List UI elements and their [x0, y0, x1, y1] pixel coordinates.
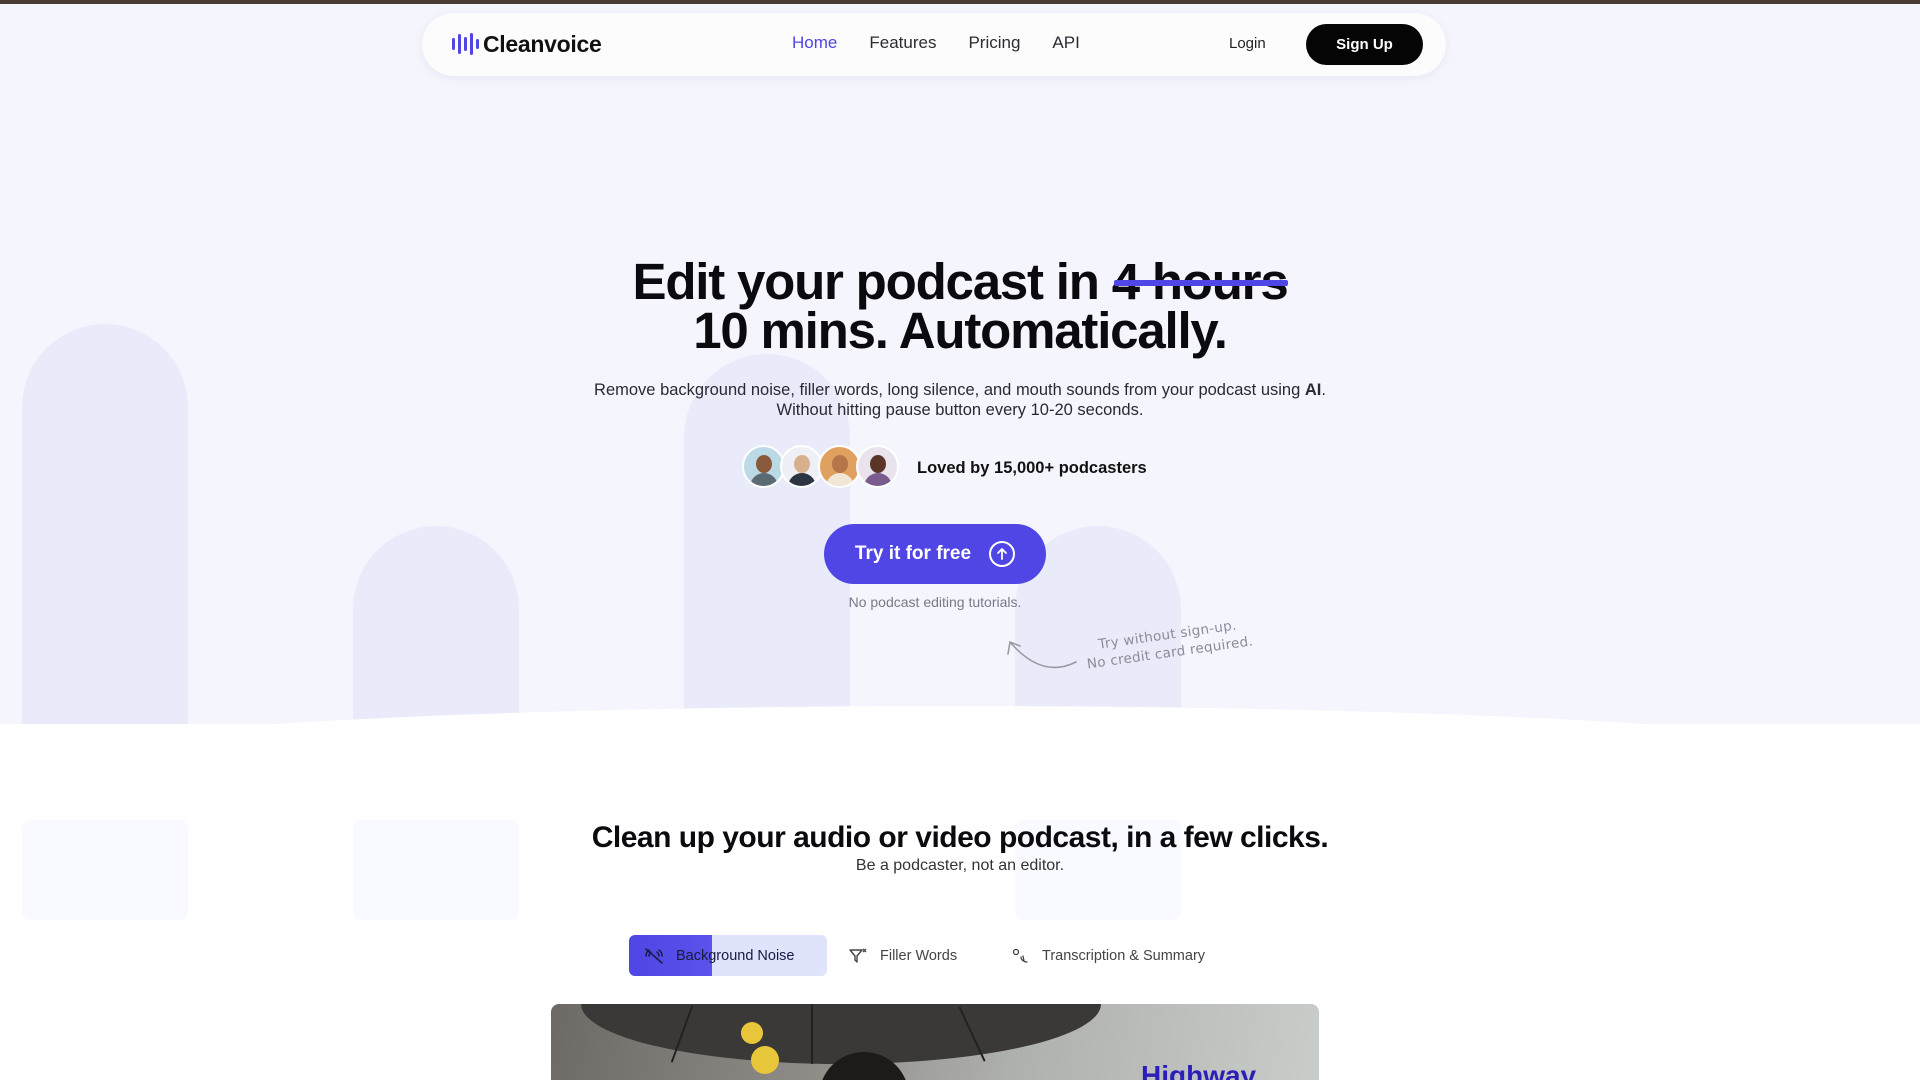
video-detail	[741, 1022, 763, 1044]
subtitle-period: .	[1321, 381, 1326, 399]
demo-video[interactable]: Highway	[551, 1004, 1319, 1080]
decorative-pillar	[22, 324, 188, 724]
feature-tabs: Background Noise Filler Words Transcript…	[629, 935, 1229, 976]
try-free-button[interactable]: Try it for free	[824, 524, 1046, 584]
social-proof-text: Loved by 15,000+ podcasters	[917, 459, 1147, 477]
nav-links: Home Features Pricing API	[792, 33, 1080, 53]
subtitle-bold-ai: AI	[1304, 381, 1322, 399]
decorative-ghost	[22, 820, 188, 920]
section-title: Clean up your audio or video podcast, in…	[591, 821, 1329, 854]
muted-waves-icon	[644, 946, 664, 966]
section-subtitle: Be a podcaster, not an editor.	[855, 857, 1065, 874]
avatar	[742, 445, 785, 488]
cta-label: Try it for free	[854, 543, 972, 564]
subtitle-text: Remove background noise, filler words, l…	[594, 381, 1305, 399]
avatar-group	[742, 445, 899, 488]
tab-filler-words[interactable]: Filler Words	[848, 935, 957, 976]
brand-name: Cleanvoice	[483, 30, 602, 57]
nav-link-pricing[interactable]: Pricing	[968, 33, 1020, 53]
translate-icon	[1010, 946, 1030, 966]
video-umbrella	[581, 1004, 1101, 1064]
hero-headline: Edit your podcast in 4 hours 10 mins. Au…	[460, 253, 1460, 356]
signup-button[interactable]: Sign Up	[1306, 24, 1423, 65]
tab-transcription-summary[interactable]: Transcription & Summary	[1010, 935, 1205, 976]
avatar	[818, 445, 861, 488]
filter-icon	[848, 946, 868, 966]
hero-subtitle: Remove background noise, filler words, l…	[460, 380, 1460, 420]
tab-label: Filler Words	[880, 947, 958, 964]
avatar	[856, 445, 899, 488]
headline-line2: 10 mins. Automatically.	[693, 302, 1228, 359]
tab-background-noise[interactable]: Background Noise	[629, 935, 827, 976]
cta-note: No podcast editing tutorials.	[848, 594, 1022, 610]
nav-link-home[interactable]: Home	[792, 33, 837, 53]
hero-background	[0, 4, 1920, 724]
navbar: Cleanvoice Home Features Pricing API Log…	[422, 13, 1446, 76]
tab-label: Background Noise	[676, 947, 795, 964]
video-overlay-text: Highway	[1141, 1060, 1257, 1080]
nav-link-features[interactable]: Features	[869, 33, 936, 53]
tab-label: Transcription & Summary	[1042, 947, 1206, 964]
avatar	[780, 445, 823, 488]
logo[interactable]: Cleanvoice	[452, 30, 602, 58]
curved-arrow-icon	[1007, 641, 1077, 669]
decorative-pillar	[353, 526, 519, 724]
video-detail	[751, 1046, 779, 1074]
nav-link-api[interactable]: API	[1052, 33, 1079, 53]
headline-struck-text: 4 hours	[1111, 253, 1289, 310]
arrow-up-circle-icon	[989, 541, 1016, 567]
login-link[interactable]: Login	[1229, 35, 1266, 52]
waveform-logo-icon	[452, 30, 479, 58]
subtitle-line2: Without hitting pause button every 10-20…	[776, 401, 1144, 419]
